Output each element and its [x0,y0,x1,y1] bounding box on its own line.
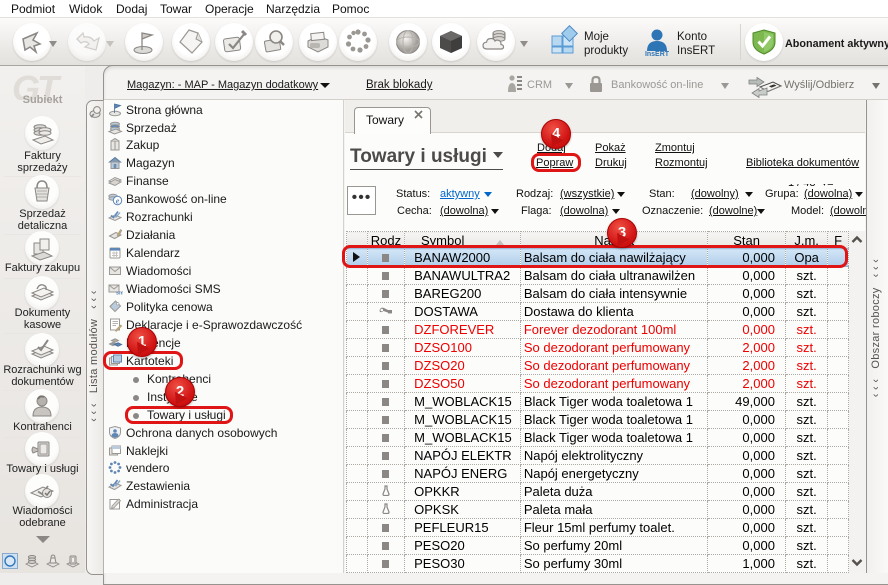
svg-text:InsERT: InsERT [645,51,670,58]
svg-text:sms: sms [116,291,123,297]
svg-text:e: e [116,196,120,205]
